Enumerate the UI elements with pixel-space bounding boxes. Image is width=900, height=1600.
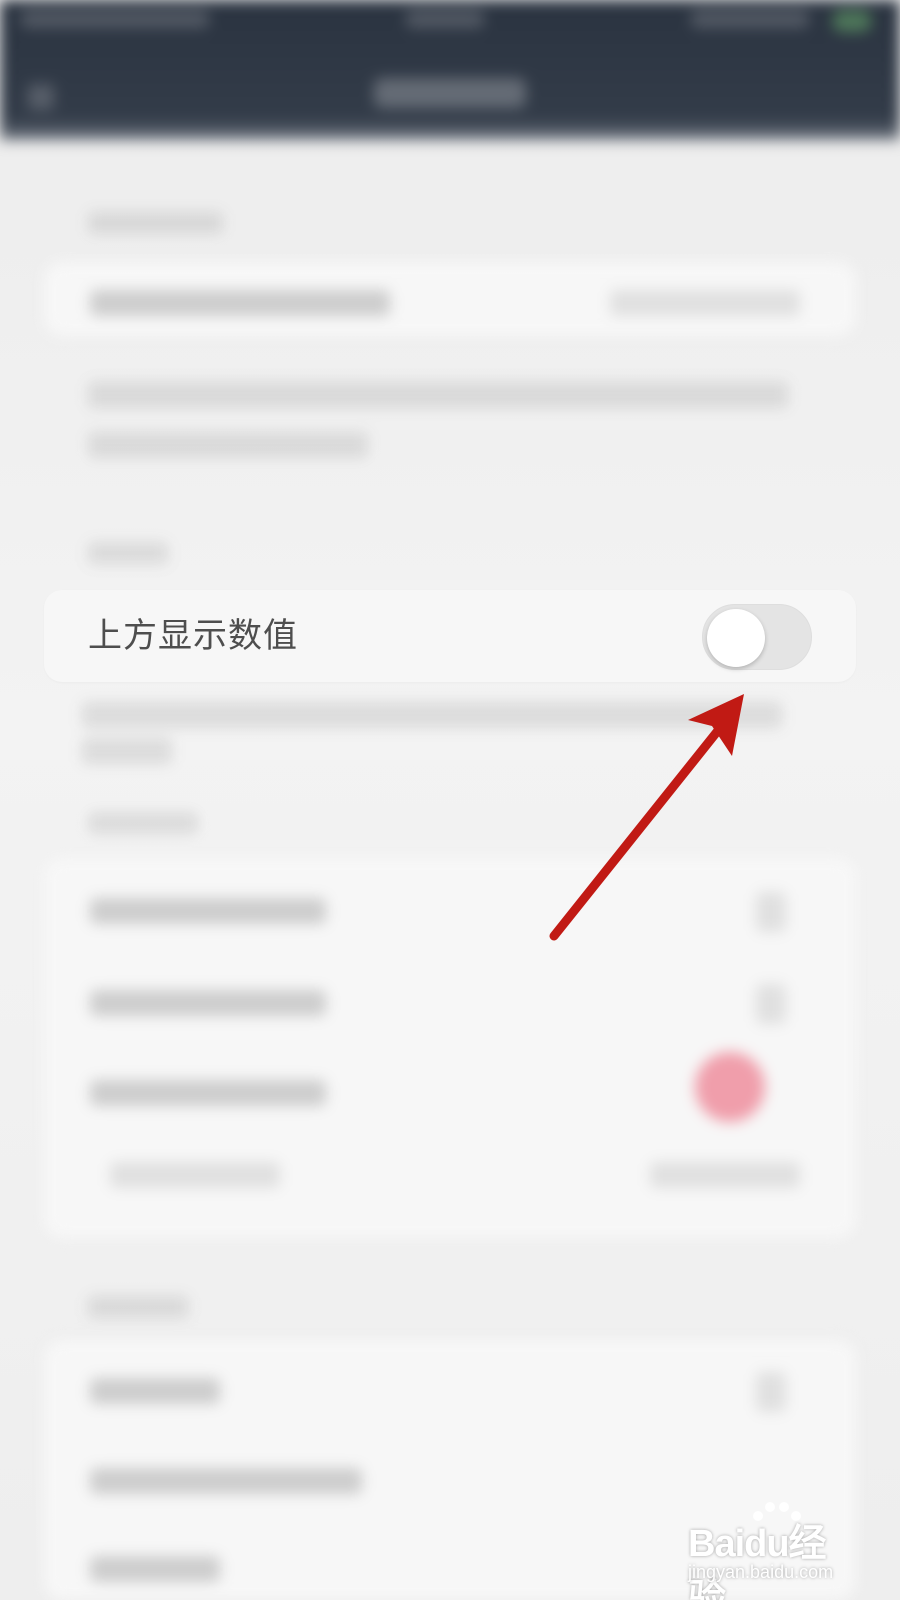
watermark-brand: Baidu经验 bbox=[688, 1523, 827, 1600]
annotation-arrow bbox=[549, 694, 744, 941]
screenshot-stage: 上方显示数值 Baidu经验 jingyan.baidu.com bbox=[0, 0, 900, 1600]
watermark-url: jingyan.baidu.com bbox=[688, 1562, 834, 1582]
arrow-head bbox=[688, 694, 744, 756]
arrow-shaft bbox=[549, 713, 733, 941]
baidu-jingyan-watermark: Baidu经验 jingyan.baidu.com bbox=[688, 1498, 858, 1600]
